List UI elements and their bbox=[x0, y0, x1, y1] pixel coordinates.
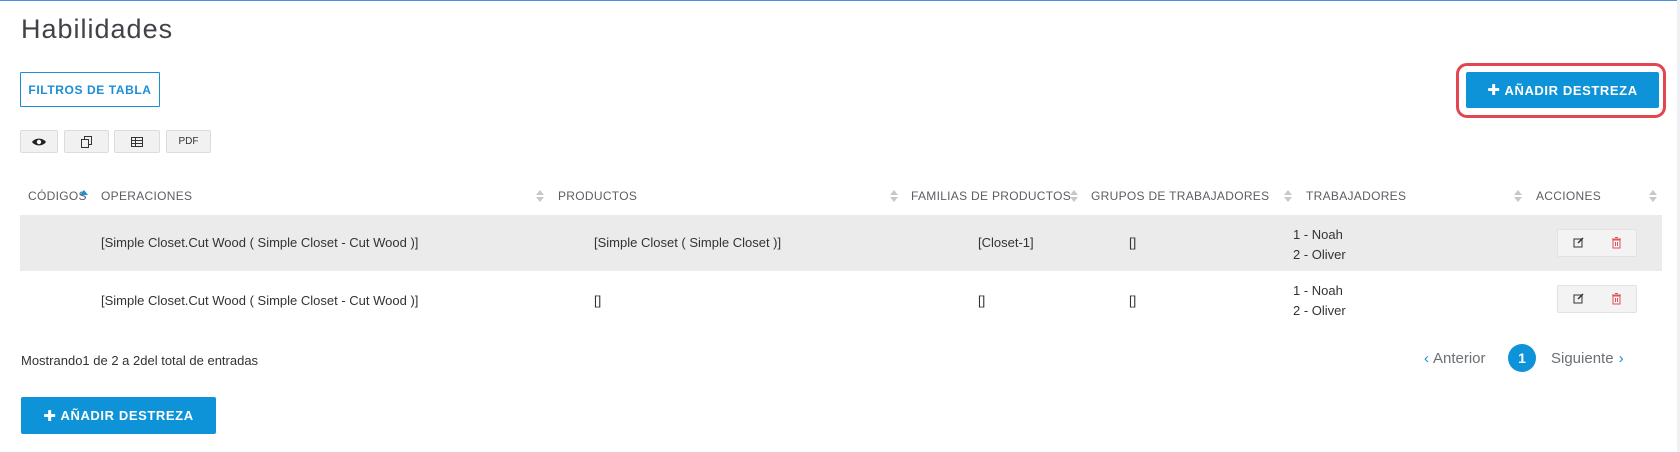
table-filters-button[interactable]: FILTROS DE TABLA bbox=[20, 72, 160, 107]
column-header-acciones[interactable]: ACCIONES bbox=[1536, 189, 1601, 203]
trash-icon[interactable] bbox=[1606, 291, 1628, 307]
chevron-right-icon: › bbox=[1618, 349, 1624, 367]
row-actions bbox=[1557, 285, 1637, 313]
edit-icon[interactable] bbox=[1568, 235, 1590, 251]
trash-icon[interactable] bbox=[1606, 235, 1628, 251]
pagination-previous[interactable]: ‹ Anterior bbox=[1424, 344, 1486, 372]
plus-icon: ✚ bbox=[1487, 82, 1501, 99]
column-header-operaciones[interactable]: OPERACIONES bbox=[101, 189, 192, 203]
excel-button[interactable] bbox=[114, 130, 160, 153]
pdf-button[interactable]: PDF bbox=[166, 130, 211, 153]
cell-trabajadores: 1 - Noah 2 - Oliver bbox=[1293, 225, 1346, 265]
cell-productos: [] bbox=[594, 293, 602, 308]
info-range: 1 de 2 a 2 bbox=[82, 353, 141, 368]
add-skill-label: AÑADIR DESTREZA bbox=[60, 408, 194, 423]
cell-familias: [] bbox=[978, 293, 986, 308]
eye-icon bbox=[32, 138, 46, 145]
column-header-productos[interactable]: PRODUCTOS bbox=[558, 189, 637, 203]
table-icon bbox=[131, 136, 143, 147]
sort-icon[interactable] bbox=[536, 188, 544, 204]
worker-item: 1 - Noah bbox=[1293, 227, 1343, 242]
cell-grupos: [] bbox=[1129, 293, 1137, 308]
cell-grupos: [] bbox=[1129, 235, 1137, 250]
next-label: Siguiente bbox=[1551, 349, 1614, 367]
worker-item: 2 - Oliver bbox=[1293, 303, 1346, 318]
worker-item: 1 - Noah bbox=[1293, 283, 1343, 298]
cell-operaciones: [Simple Closet.Cut Wood ( Simple Closet … bbox=[101, 235, 419, 250]
top-border bbox=[0, 0, 1680, 1]
chevron-left-icon: ‹ bbox=[1424, 349, 1429, 367]
cell-trabajadores: 1 - Noah 2 - Oliver bbox=[1293, 281, 1346, 321]
copy-icon bbox=[80, 135, 92, 148]
column-header-grupos[interactable]: GRUPOS DE TRABAJADORES bbox=[1091, 189, 1269, 203]
edit-icon[interactable] bbox=[1568, 291, 1590, 307]
cell-productos: [Simple Closet ( Simple Closet )] bbox=[594, 235, 782, 250]
entries-info: Mostrando1 de 2 a 2del total de entradas bbox=[21, 353, 258, 368]
cell-familias: [Closet-1] bbox=[978, 235, 1034, 250]
pagination-page[interactable]: 1 bbox=[1508, 344, 1536, 372]
sort-icon[interactable] bbox=[1070, 188, 1078, 204]
sort-icon[interactable] bbox=[1284, 188, 1292, 204]
pagination-next[interactable]: Siguiente › bbox=[1551, 344, 1624, 372]
add-skill-button[interactable]: ✚ AÑADIR DESTREZA bbox=[1466, 72, 1659, 108]
sort-icon[interactable] bbox=[890, 188, 898, 204]
cell-operaciones: [Simple Closet.Cut Wood ( Simple Closet … bbox=[101, 293, 419, 308]
add-skill-button-bottom[interactable]: ✚ AÑADIR DESTREZA bbox=[21, 397, 216, 434]
table-row: [Simple Closet.Cut Wood ( Simple Closet … bbox=[20, 215, 1662, 271]
page-title: Habilidades bbox=[21, 14, 174, 44]
add-skill-label: AÑADIR DESTREZA bbox=[1504, 82, 1638, 98]
plus-icon: ✚ bbox=[43, 407, 57, 425]
sort-icon[interactable] bbox=[1649, 188, 1657, 204]
sort-icon[interactable] bbox=[1514, 188, 1522, 204]
table-row: [Simple Closet.Cut Wood ( Simple Closet … bbox=[20, 271, 1662, 327]
column-header-familias[interactable]: FAMILIAS DE PRODUCTOS bbox=[911, 189, 1071, 203]
info-prefix: Mostrando bbox=[21, 353, 83, 368]
previous-label: Anterior bbox=[1433, 349, 1486, 367]
table-header: CÓDIGOS OPERACIONES PRODUCTOS FAMILIAS D… bbox=[20, 182, 1662, 210]
worker-item: 2 - Oliver bbox=[1293, 247, 1346, 262]
info-suffix: del total de entradas bbox=[140, 353, 259, 368]
copy-button[interactable] bbox=[64, 130, 109, 153]
row-actions bbox=[1557, 229, 1637, 257]
sort-asc-icon[interactable] bbox=[80, 188, 88, 204]
column-header-trabajadores[interactable]: TRABAJADORES bbox=[1306, 189, 1406, 203]
column-visibility-button[interactable] bbox=[20, 130, 58, 153]
column-header-codigos[interactable]: CÓDIGOS bbox=[28, 189, 87, 203]
